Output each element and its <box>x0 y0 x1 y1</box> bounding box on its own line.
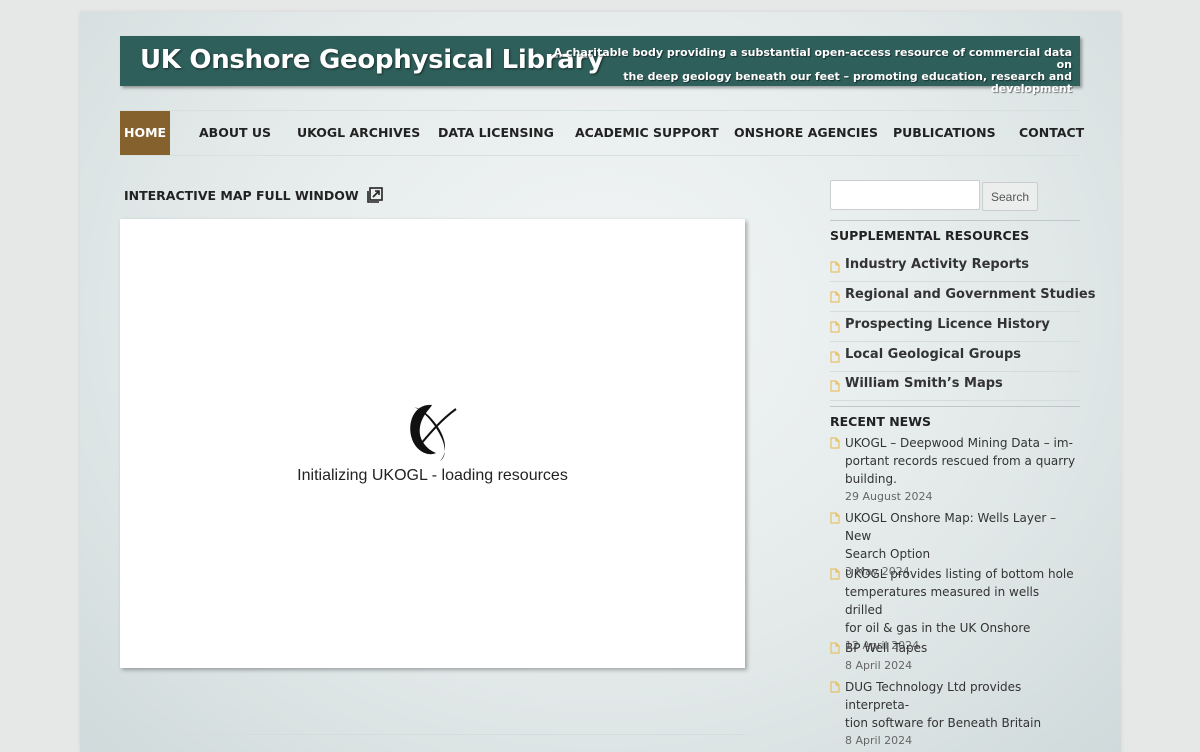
news-title-line[interactable]: for oil & gas in the UK Onshore <box>845 619 1080 637</box>
news-title-line[interactable]: tion software for Beneath Britain <box>845 714 1080 732</box>
news-title-line[interactable]: BP Well Tapes <box>845 639 1080 657</box>
news-title-line[interactable]: portant records rescued from a quarry <box>845 452 1080 470</box>
search-input[interactable] <box>830 180 980 210</box>
external-window-icon <box>367 187 383 206</box>
document-icon <box>830 642 840 654</box>
map-loading-text: Initializing UKOGL - loading resources <box>297 467 568 484</box>
news-title-line[interactable]: UKOGL – Deepwood Mining Data – im- <box>845 434 1080 452</box>
nav-item-contact[interactable]: CONTACT <box>1019 111 1084 155</box>
interactive-map-full-window-link[interactable]: INTERACTIVE MAP FULL WINDOW <box>124 187 383 206</box>
supplemental-link-label: Local Geological Groups <box>845 347 1022 362</box>
news-item[interactable]: BP Well Tapes 8 April 2024 <box>830 639 1080 672</box>
news-date: 8 April 2024 <box>845 659 913 672</box>
news-item[interactable]: DUG Technology Ltd provides interpreta- … <box>830 678 1080 747</box>
supplemental-link-label: William Smith’s Maps <box>845 376 1003 391</box>
sidebar-divider <box>830 220 1080 221</box>
ukogl-loader-logo <box>402 399 458 469</box>
document-icon <box>830 351 840 363</box>
document-icon <box>830 512 840 524</box>
recent-news-heading: RECENT NEWS <box>830 414 932 429</box>
document-icon <box>830 261 840 273</box>
tagline-line-2: the deep geology beneath our feet – prom… <box>623 70 1072 95</box>
nav-item-academic-support[interactable]: ACADEMIC SUPPORT <box>575 111 719 155</box>
news-date: 29 August 2024 <box>845 490 933 503</box>
nav-item-data-licensing[interactable]: DATA LICENSING <box>438 111 554 155</box>
supplemental-link-label: Industry Activity Reports <box>845 257 1030 272</box>
news-title-line[interactable]: UKOGL Onshore Map: Wells Layer – New <box>845 509 1080 545</box>
supplemental-resources-heading: SUPPLEMENTAL RESOURCES <box>830 228 1030 243</box>
sidebar-divider <box>830 406 1080 407</box>
news-title-line[interactable]: building. <box>845 470 1080 488</box>
content-bottom-divider <box>120 734 745 735</box>
news-title-line[interactable]: Search Option <box>845 545 1080 563</box>
nav-item-onshore-agencies[interactable]: ONSHORE AGENCIES <box>734 111 878 155</box>
nav-item-ukogl-archives[interactable]: UKOGL ARCHIVES <box>297 111 420 155</box>
main-nav: HOME ABOUT US UKOGL ARCHIVES DATA LICENS… <box>120 110 1084 156</box>
supplemental-link-local-geological-groups[interactable]: Local Geological Groups <box>830 342 1080 372</box>
supplemental-link-regional-government-studies[interactable]: Regional and Government Studies <box>830 282 1095 312</box>
site-title[interactable]: UK Onshore Geophysical Library <box>140 45 604 75</box>
nav-item-publications[interactable]: PUBLICATIONS <box>893 111 996 155</box>
search-button[interactable]: Search <box>982 182 1038 211</box>
document-icon <box>830 380 840 392</box>
news-title-line[interactable]: UKOGL provides listing of bottom hole <box>845 565 1080 583</box>
document-icon <box>830 321 840 333</box>
supplemental-link-prospecting-licence-history[interactable]: Prospecting Licence History <box>830 312 1080 342</box>
nav-item-about-us[interactable]: ABOUT US <box>199 111 271 155</box>
supplemental-link-label: Prospecting Licence History <box>845 317 1050 332</box>
news-title-line[interactable]: temperatures measured in wells drilled <box>845 583 1080 619</box>
nav-item-home[interactable]: HOME <box>120 111 171 155</box>
document-icon <box>830 437 840 449</box>
news-date: 8 April 2024 <box>845 734 913 747</box>
site-tagline: A charitable body providing a substantia… <box>552 47 1072 95</box>
supplemental-link-industry-activity-reports[interactable]: Industry Activity Reports <box>830 252 1080 282</box>
news-title-line[interactable]: DUG Technology Ltd provides interpreta- <box>845 678 1080 714</box>
document-icon <box>830 681 840 693</box>
map-link-label: INTERACTIVE MAP FULL WINDOW <box>124 188 359 203</box>
page-container: UK Onshore Geophysical Library A charita… <box>80 12 1121 752</box>
document-icon <box>830 568 840 580</box>
tagline-line-1: A charitable body providing a substantia… <box>553 46 1072 71</box>
supplemental-link-william-smiths-maps[interactable]: William Smith’s Maps <box>830 371 1080 401</box>
site-banner[interactable]: UK Onshore Geophysical Library A charita… <box>120 36 1080 95</box>
news-item[interactable]: UKOGL – Deepwood Mining Data – im- porta… <box>830 434 1080 503</box>
document-icon <box>830 291 840 303</box>
interactive-map-frame[interactable]: Initializing UKOGL - loading resources <box>120 219 745 668</box>
supplemental-link-label: Regional and Government Studies <box>845 287 1096 302</box>
